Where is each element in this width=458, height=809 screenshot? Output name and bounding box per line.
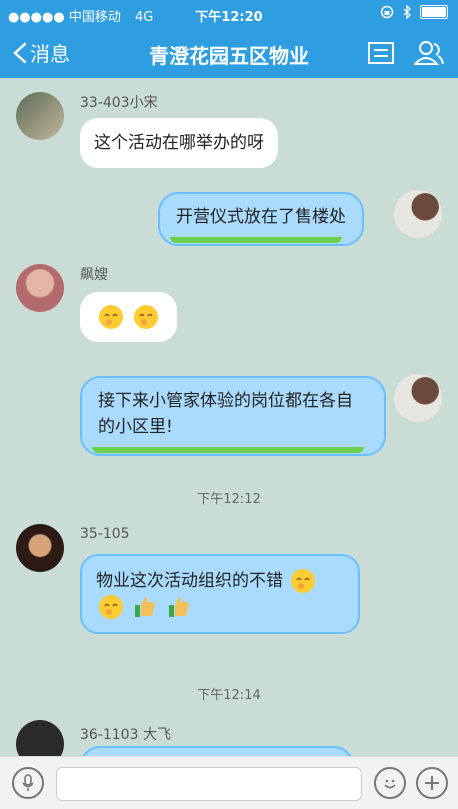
sender-name: 36-1103 大飞 xyxy=(80,727,171,743)
status-icons xyxy=(380,5,448,19)
message-text: 物业这次活动组织的不错 xyxy=(96,571,283,591)
message-bubble[interactable] xyxy=(80,746,354,756)
battery-icon xyxy=(420,5,448,19)
status-bar: ●●●●● 中国移动 4G 下午12:20 xyxy=(0,0,458,28)
avatar[interactable] xyxy=(16,524,64,572)
emoji-button[interactable] xyxy=(374,767,406,799)
message-bubble[interactable]: 接下来小管家体验的岗位都在各自的小区里! xyxy=(80,376,386,456)
avatar[interactable] xyxy=(394,374,442,422)
message-input[interactable] xyxy=(56,767,362,801)
message-bubble[interactable] xyxy=(80,292,178,342)
lock-rotation-icon xyxy=(380,5,394,19)
message-text: 接下来小管家体验的岗位都在各自的小区里! xyxy=(98,391,353,437)
bluetooth-icon xyxy=(403,5,411,19)
thumbs-up-icon xyxy=(135,597,156,617)
voice-button[interactable] xyxy=(12,767,44,799)
message-text: 开营仪式放在了售楼处 xyxy=(176,207,346,227)
smile-emoji-icon xyxy=(99,305,123,329)
people-icon xyxy=(414,41,444,65)
sender-name: 35-105 xyxy=(80,526,130,542)
smile-emoji-icon xyxy=(134,305,159,329)
timestamp: 下午12:14 xyxy=(197,688,261,703)
timestamp: 下午12:12 xyxy=(197,492,261,507)
bubble-decoration xyxy=(92,447,364,453)
avatar[interactable] xyxy=(16,264,64,312)
message-bubble[interactable]: 物业这次活动组织的不错 xyxy=(80,554,360,634)
chat-area[interactable]: 33-403小宋 这个活动在哪举办的呀 开营仪式放在了售楼处 飙嫂 接下来小管家… xyxy=(0,78,458,756)
menu-icon xyxy=(368,42,394,64)
smile-icon xyxy=(384,779,396,789)
smile-emoji-icon xyxy=(291,569,316,593)
avatar[interactable] xyxy=(16,92,64,140)
input-bar xyxy=(0,756,458,809)
group-info-button[interactable] xyxy=(366,38,396,68)
mic-icon xyxy=(22,774,34,791)
message-bubble[interactable]: 开营仪式放在了售楼处 xyxy=(158,192,364,246)
message-text: 这个活动在哪举办的呀 xyxy=(94,133,264,153)
bubble-decoration xyxy=(170,237,342,243)
sender-name: 飙嫂 xyxy=(80,267,108,283)
nav-bar: 消息 青澄花园五区物业 xyxy=(0,28,458,78)
avatar[interactable] xyxy=(16,720,64,756)
message-bubble[interactable]: 这个活动在哪举办的呀 xyxy=(80,118,278,168)
sender-name: 33-403小宋 xyxy=(80,95,158,111)
plus-icon xyxy=(425,776,439,790)
members-button[interactable] xyxy=(414,38,444,68)
more-button[interactable] xyxy=(416,767,448,799)
thumbs-up-icon xyxy=(168,597,189,617)
avatar[interactable] xyxy=(394,190,442,238)
smile-emoji-icon xyxy=(99,595,123,619)
